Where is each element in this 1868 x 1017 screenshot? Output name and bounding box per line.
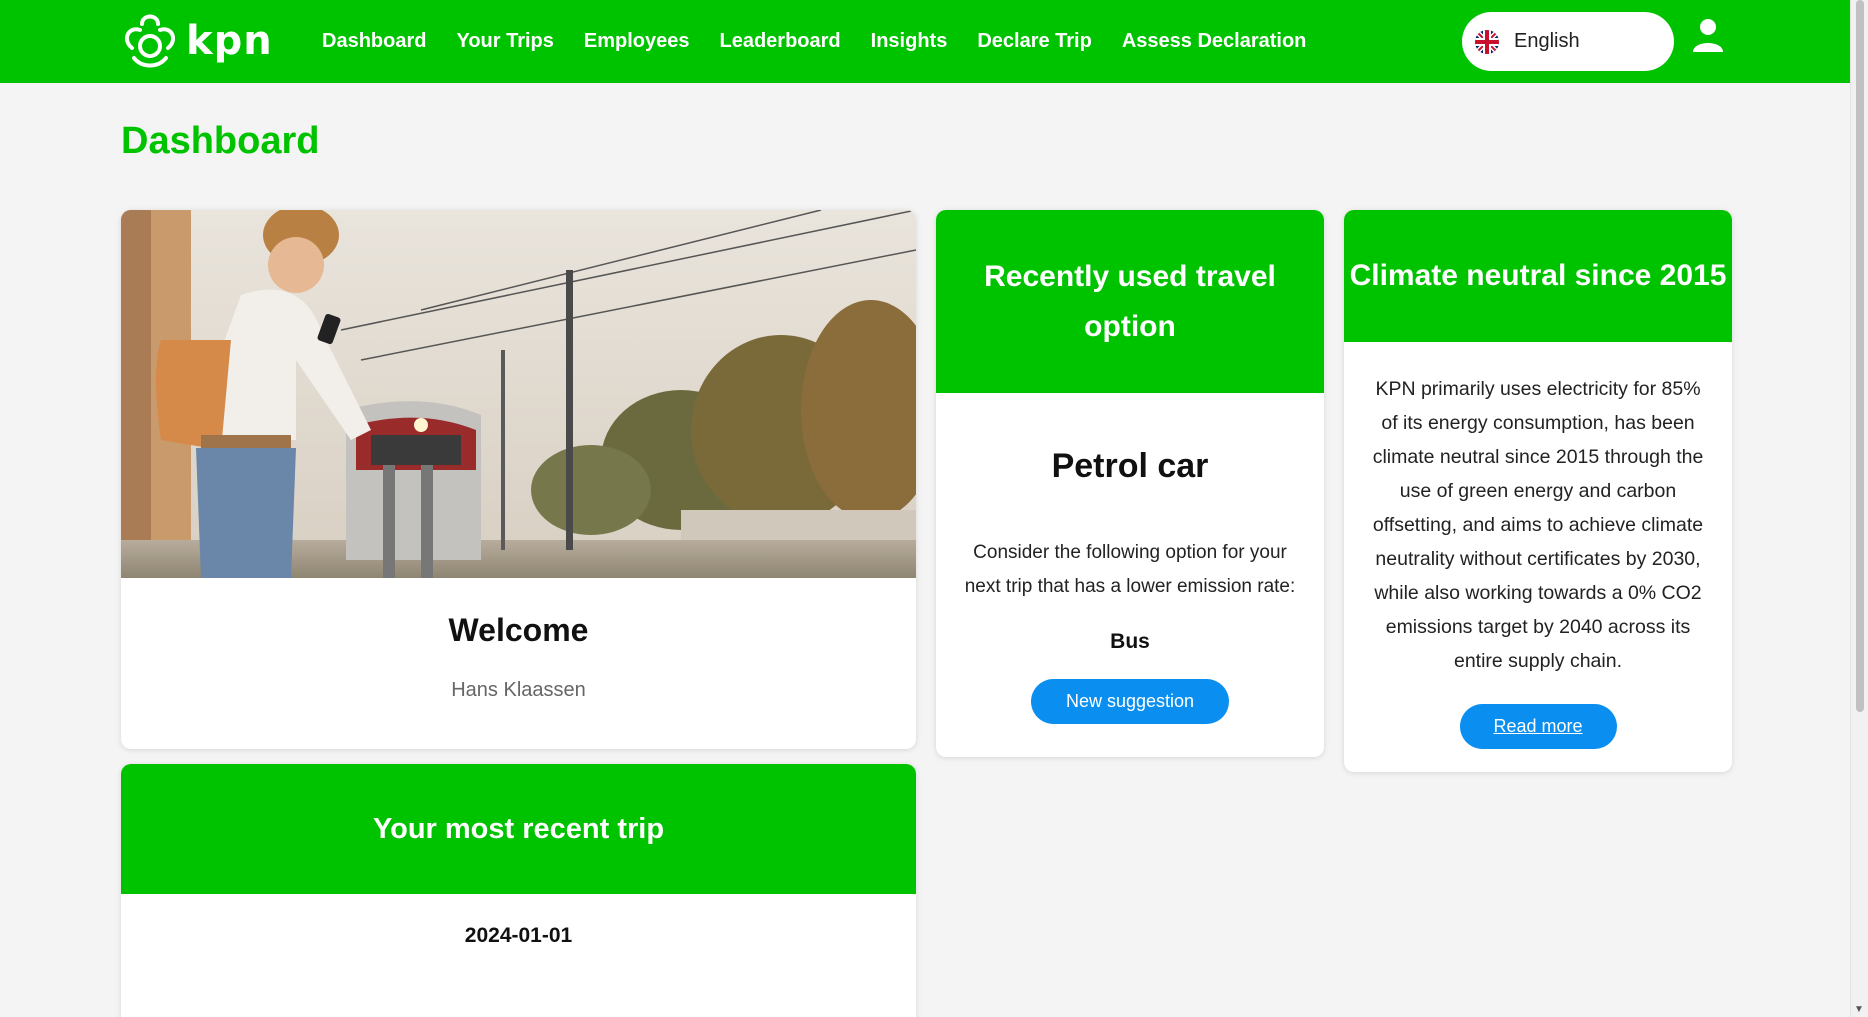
welcome-photo — [121, 210, 916, 578]
alternative-mode: Bus — [1110, 630, 1150, 653]
welcome-title: Welcome — [448, 612, 589, 648]
user-name: Hans Klaassen — [451, 679, 586, 701]
climate-heading: Climate neutral since 2015 — [1344, 210, 1732, 342]
new-suggestion-button[interactable]: New suggestion — [1031, 679, 1229, 724]
nav-insights[interactable]: Insights — [871, 30, 948, 53]
nav-employees[interactable]: Employees — [584, 30, 690, 53]
page-title: Dashboard — [121, 120, 320, 162]
climate-text: KPN primarily uses electricity for 85% o… — [1372, 378, 1704, 672]
kpn-logo[interactable]: kpn — [120, 8, 273, 74]
main-nav: Dashboard Your Trips Employees Leaderboa… — [322, 0, 1336, 83]
trip-date: 2024-01-01 — [464, 924, 573, 947]
read-more-button[interactable]: Read more — [1459, 704, 1617, 749]
scrollbar-thumb[interactable] — [1856, 0, 1864, 712]
travel-option-card: Recently used travel option Petrol car C… — [936, 210, 1324, 757]
nav-leaderboard[interactable]: Leaderboard — [720, 30, 841, 53]
travel-mode: Petrol car — [1051, 447, 1209, 485]
travel-suggestion-text: Consider the following option for your n… — [964, 542, 1296, 597]
language-selector[interactable]: English — [1462, 12, 1674, 71]
language-label: English — [1514, 30, 1580, 52]
recent-trip-heading: Your most recent trip — [121, 764, 916, 894]
nav-dashboard[interactable]: Dashboard — [322, 30, 426, 53]
page-scrollbar[interactable]: ▼ — [1850, 0, 1868, 1017]
uk-flag-icon — [1475, 29, 1499, 54]
nav-your-trips[interactable]: Your Trips — [456, 30, 553, 53]
user-icon — [1693, 19, 1723, 52]
user-menu-button[interactable] — [1693, 18, 1723, 57]
recent-trip-card: Your most recent trip 2024-01-01 — [121, 764, 916, 1017]
top-navigation-bar: kpn Dashboard Your Trips Employees Leade… — [0, 0, 1850, 83]
kpn-logo-icon — [124, 14, 176, 68]
climate-card: Climate neutral since 2015 KPN primarily… — [1344, 210, 1732, 772]
scroll-down-icon[interactable]: ▼ — [1854, 1004, 1864, 1015]
nav-declare-trip[interactable]: Declare Trip — [977, 30, 1092, 53]
logo-text: kpn — [186, 18, 273, 64]
nav-assess-declaration[interactable]: Assess Declaration — [1122, 30, 1307, 53]
welcome-card: Welcome Hans Klaassen — [121, 210, 916, 749]
travel-option-heading: Recently used travel option — [936, 210, 1324, 393]
